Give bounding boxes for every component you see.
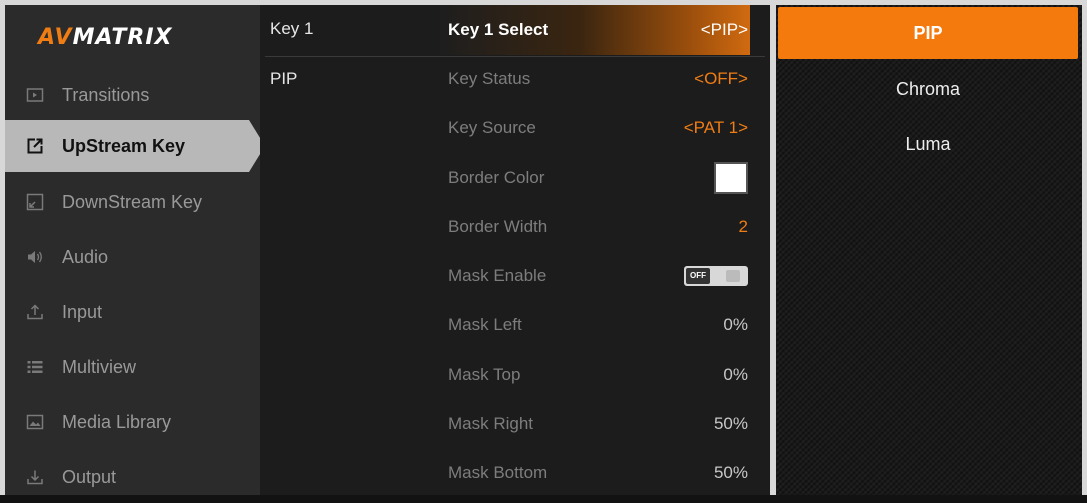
option-pip[interactable]: PIP: [778, 7, 1078, 59]
sidebar-item-input[interactable]: Input: [5, 286, 245, 338]
param-label: Key Source: [448, 117, 536, 137]
transitions-icon: [25, 85, 45, 105]
param-mask-bottom[interactable]: Mask Bottom 50%: [448, 448, 748, 497]
options-panel: PIP Chroma Luma: [776, 5, 1082, 495]
param-value: 0%: [723, 314, 748, 334]
sidebar-item-label: UpStream Key: [62, 135, 186, 156]
sidebar-item-label: DownStream Key: [62, 191, 203, 212]
option-chroma[interactable]: Chroma: [778, 63, 1078, 115]
param-value: 50%: [713, 413, 748, 433]
multiview-icon: [25, 357, 45, 377]
mask-enable-toggle[interactable]: OFF: [684, 265, 748, 286]
param-label: Mask Top: [448, 364, 521, 384]
settings-panel: Key 1 PIP Key 1 Select <PIP> Key Status …: [260, 5, 770, 495]
output-icon: [25, 467, 45, 487]
param-mask-left[interactable]: Mask Left 0%: [448, 300, 748, 349]
sidebar-item-upstream-key[interactable]: UpStream Key: [5, 120, 265, 172]
toggle-state-label: OFF: [686, 267, 710, 284]
param-key-status[interactable]: Key Status <OFF>: [448, 54, 748, 103]
sidebar-item-audio[interactable]: Audio: [5, 231, 245, 283]
avmatrix-logo: AV MATRIX: [38, 24, 173, 50]
input-icon: [25, 302, 45, 322]
param-label: Key Status: [448, 68, 531, 88]
app-frame: AV MATRIX Transitions UpStream Key DownSt…: [0, 0, 1087, 495]
downstream-key-icon: [25, 192, 45, 212]
sidebar-item-multiview[interactable]: Multiview: [5, 341, 245, 393]
param-mask-top[interactable]: Mask Top 0%: [448, 350, 748, 399]
param-mask-enable[interactable]: Mask Enable OFF: [448, 251, 748, 300]
border-color-swatch[interactable]: [714, 161, 748, 194]
param-value: 50%: [713, 462, 748, 482]
key-list-item-key-1[interactable]: Key 1: [270, 19, 313, 39]
param-value: <PIP>: [700, 19, 748, 39]
sidebar-item-transitions[interactable]: Transitions: [5, 69, 245, 121]
key-list-item-pip[interactable]: PIP: [270, 69, 297, 89]
param-label: Border Width: [448, 216, 548, 236]
param-mask-right[interactable]: Mask Right 50%: [448, 399, 748, 448]
param-label: Mask Enable: [448, 265, 547, 285]
param-label: Border Color: [448, 167, 545, 187]
sidebar-item-label: Output: [62, 466, 117, 487]
param-border-color[interactable]: Border Color: [448, 153, 748, 202]
sidebar-item-media-library[interactable]: Media Library: [5, 396, 245, 448]
sidebar-item-label: Multiview: [62, 356, 137, 377]
sidebar: AV MATRIX Transitions UpStream Key DownSt…: [5, 5, 265, 495]
param-key-1-select[interactable]: Key 1 Select <PIP>: [448, 5, 748, 54]
param-label: Key 1 Select: [448, 19, 549, 39]
param-value: 0%: [723, 364, 748, 384]
param-key-source[interactable]: Key Source <PAT 1>: [448, 103, 748, 152]
sidebar-item-output[interactable]: Output: [5, 451, 245, 503]
toggle-knob: [726, 269, 740, 282]
upstream-key-icon: [25, 136, 45, 156]
param-value: <OFF>: [694, 68, 748, 88]
sidebar-item-label: Transitions: [62, 84, 150, 105]
param-label: Mask Bottom: [448, 462, 548, 482]
param-value: 2: [738, 216, 748, 236]
param-label: Mask Right: [448, 413, 534, 433]
sidebar-item-label: Media Library: [62, 411, 172, 432]
param-label: Mask Left: [448, 314, 522, 334]
sidebar-item-label: Audio: [62, 246, 109, 267]
media-library-icon: [25, 412, 45, 432]
param-value: <PAT 1>: [683, 117, 748, 137]
audio-icon: [25, 247, 45, 267]
option-luma[interactable]: Luma: [778, 118, 1078, 170]
sidebar-item-downstream-key[interactable]: DownStream Key: [5, 176, 245, 228]
param-border-width[interactable]: Border Width 2: [448, 202, 748, 251]
sidebar-item-label: Input: [62, 301, 103, 322]
